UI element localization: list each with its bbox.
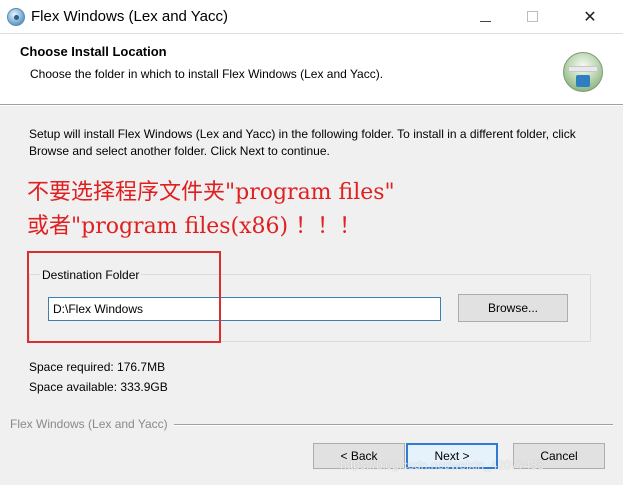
- maximize-button[interactable]: [509, 0, 555, 33]
- installer-app-icon: [7, 8, 25, 26]
- watermark-text: https://blog.csdn.net/weixin_42077433: [340, 458, 545, 472]
- branding-text: Flex Windows (Lex and Yacc): [10, 417, 174, 431]
- intro-text: Setup will install Flex Windows (Lex and…: [29, 127, 576, 158]
- annotation-line-2: 或者"program files(x86) ！！！: [27, 214, 362, 239]
- close-icon: ✕: [583, 7, 597, 26]
- installer-logo-icon: [563, 52, 603, 92]
- annotation-highlight-box: [27, 251, 221, 343]
- header-divider: [0, 104, 623, 106]
- browse-button[interactable]: Browse...: [458, 294, 568, 322]
- maximize-icon: [526, 11, 538, 22]
- minimize-button[interactable]: [462, 0, 508, 33]
- annotation-line-1: 不要选择程序文件夹"program files": [27, 180, 395, 205]
- wizard-header: Choose Install Location Choose the folde…: [0, 33, 623, 104]
- window-title: Flex Windows (Lex and Yacc): [31, 8, 229, 25]
- close-button[interactable]: ✕: [567, 0, 613, 33]
- page-subtitle: Choose the folder in which to install Fl…: [30, 67, 384, 81]
- space-required: Space required: 176.7MB: [29, 360, 166, 374]
- space-available: Space available: 333.9GB: [29, 380, 168, 394]
- minimize-icon: [479, 21, 491, 22]
- page-title: Choose Install Location: [20, 44, 167, 59]
- title-bar: Flex Windows (Lex and Yacc) ✕: [0, 0, 623, 33]
